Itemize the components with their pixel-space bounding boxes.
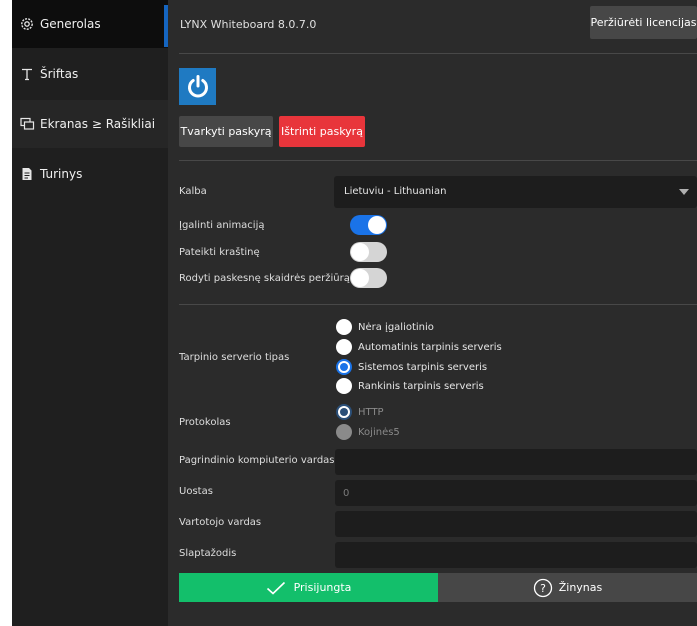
protocol-option-http[interactable]: HTTP <box>336 404 384 420</box>
radio-button <box>336 319 352 335</box>
radio-label: Sistemos tarpinis serveris <box>358 361 488 373</box>
radio-button <box>336 424 352 440</box>
divider <box>179 53 697 54</box>
font-t-icon <box>19 66 35 82</box>
username-input[interactable] <box>335 511 697 537</box>
divider <box>179 304 697 305</box>
toggle-label: Rodyti paskesnę skaidrės peržiūrą <box>179 273 350 284</box>
port-input[interactable] <box>335 480 697 506</box>
app-version-title: LYNX Whiteboard 8.0.7.0 <box>180 18 317 31</box>
password-label: Slaptažodis <box>179 548 237 559</box>
manage-account-button[interactable]: Tvarkyti paskyrą <box>179 116 273 147</box>
language-label: Kalba <box>179 186 207 197</box>
toggle-knob <box>368 216 386 234</box>
radio-button <box>336 378 352 394</box>
port-label: Uostas <box>179 486 213 497</box>
app-window: Generolas Šriftas Ekranas ≥ Rašikliai Tu… <box>12 0 697 626</box>
username-label: Vartotojo vardas <box>179 517 262 528</box>
settings-panel: LYNX Whiteboard 8.0.7.0 Peržiūrėti licen… <box>168 0 697 626</box>
settings-gear-icon <box>19 16 35 32</box>
delete-account-button[interactable]: Ištrinti paskyrą <box>279 116 365 147</box>
show-border-toggle[interactable] <box>350 242 387 262</box>
sidebar-item-general[interactable]: Generolas <box>12 0 168 48</box>
toggle-label: Pateikti kraštinę <box>179 247 260 258</box>
next-slide-preview-toggle[interactable] <box>350 268 387 288</box>
proxy-option-automatic[interactable]: Automatinis tarpinis serveris <box>336 339 502 355</box>
proxy-option-system[interactable]: Sistemos tarpinis serveris <box>336 359 487 375</box>
hostname-label: Pagrindinio kompiuterio vardas <box>179 455 335 466</box>
radio-label: Kojinės5 <box>358 426 400 438</box>
proxy-option-manual[interactable]: Rankinis tarpinis serveris <box>336 378 484 394</box>
sidebar-item-label: Generolas <box>40 17 101 31</box>
sidebar-item-label: Šriftas <box>40 67 79 81</box>
language-select[interactable]: Lietuviu - Lithuanian <box>334 176 697 208</box>
question-circle-icon: ? <box>533 578 553 598</box>
toggle-label: Įgalinti animaciją <box>179 220 265 231</box>
power-logo-icon <box>179 68 216 105</box>
sidebar-item-label: Ekranas ≥ Rašikliai <box>40 117 156 131</box>
screens-icon <box>19 116 35 132</box>
radio-label: HTTP <box>358 406 384 418</box>
svg-text:?: ? <box>540 582 546 595</box>
toggle-knob <box>351 269 369 287</box>
radio-button <box>336 339 352 355</box>
toggle-knob <box>351 243 369 261</box>
radio-label: Automatinis tarpinis serveris <box>358 341 502 353</box>
enable-animation-toggle[interactable] <box>350 215 387 235</box>
sidebar: Generolas Šriftas Ekranas ≥ Rašikliai Tu… <box>12 0 168 626</box>
connected-label: Prisijungta <box>293 581 352 594</box>
help-button[interactable]: ? Žinynas <box>438 573 697 602</box>
radio-label: Rankinis tarpinis serveris <box>358 380 484 392</box>
radio-button-selected <box>336 404 352 420</box>
sidebar-item-content[interactable]: Turinys <box>12 150 168 198</box>
sidebar-item-font[interactable]: Šriftas <box>12 50 168 98</box>
proxy-type-label: Tarpinio serverio tipas <box>179 352 290 363</box>
radio-button-selected <box>336 359 352 375</box>
protocol-label: Protokolas <box>179 417 231 428</box>
password-input[interactable] <box>335 542 697 568</box>
proxy-option-none[interactable]: Nėra įgaliotinio <box>336 319 434 335</box>
radio-label: Nėra įgaliotinio <box>358 321 434 333</box>
sidebar-item-label: Turinys <box>40 167 83 181</box>
chevron-down-icon <box>679 189 689 195</box>
language-select-value: Lietuviu - Lithuanian <box>344 186 447 197</box>
protocol-option-socks5[interactable]: Kojinės5 <box>336 424 400 440</box>
document-icon <box>19 166 35 182</box>
view-licenses-button[interactable]: Peržiūrėti licencijas <box>590 6 697 39</box>
hostname-input[interactable] <box>335 449 697 475</box>
help-label: Žinynas <box>558 581 603 594</box>
connected-button[interactable]: Prisijungta <box>179 573 438 602</box>
sidebar-item-screens-pens[interactable]: Ekranas ≥ Rašikliai <box>12 100 168 148</box>
checkmark-icon <box>266 581 286 595</box>
divider <box>179 160 697 161</box>
